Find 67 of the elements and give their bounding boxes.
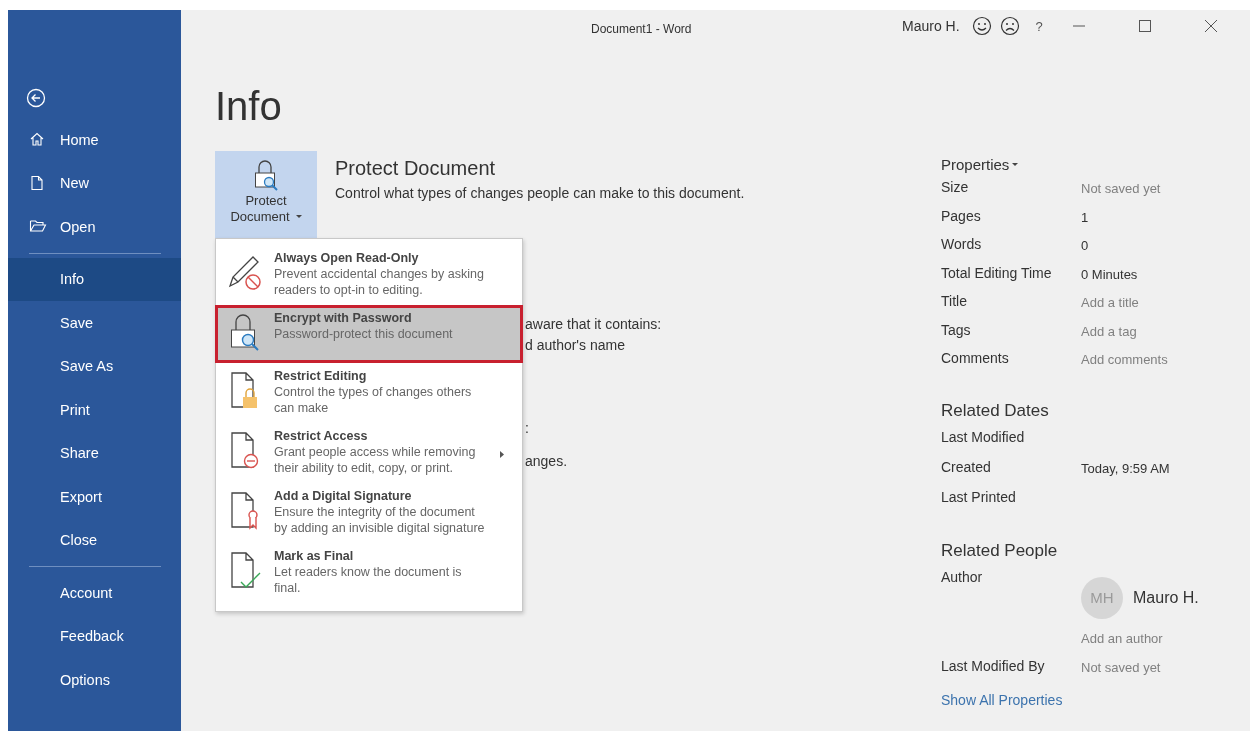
property-label: Last Modified xyxy=(941,428,1026,447)
section-title: Protect Document xyxy=(335,157,497,180)
frown-icon[interactable] xyxy=(999,16,1020,36)
home-icon xyxy=(29,131,45,147)
property-value[interactable]: Add comments xyxy=(1081,350,1168,379)
property-value: Today, 9:59 AM xyxy=(1081,459,1170,478)
back-icon[interactable] xyxy=(26,88,46,108)
sidebar-item[interactable]: Feedback xyxy=(8,614,181,658)
property-value: 0 Minutes xyxy=(1081,265,1138,284)
show-all-properties-link[interactable]: Show All Properties xyxy=(941,692,1199,708)
smiley-icon[interactable] xyxy=(971,16,992,36)
maximize-icon[interactable] xyxy=(1138,20,1151,32)
property-label: Words xyxy=(941,236,983,254)
menu-item[interactable]: Add a Digital Signature Ensure the integrity of the document by adding an invisible digital signature xyxy=(215,483,523,543)
sidebar-item[interactable]: Save As xyxy=(8,344,181,388)
sidebar-item[interactable]: Close xyxy=(8,518,181,562)
menu-item[interactable]: Mark as Final Let readers know the document is final. xyxy=(215,543,523,603)
property-label: Total Editing Time xyxy=(941,264,1053,283)
caret-icon xyxy=(1012,162,1019,167)
page-icon xyxy=(29,174,45,191)
close-icon[interactable] xyxy=(1204,20,1217,32)
menu-item[interactable]: Restrict Editing Control the types of changes others can make xyxy=(215,363,523,423)
property-label: Comments xyxy=(941,350,1010,368)
caret-icon xyxy=(295,215,302,219)
sidebar-item[interactable]: Info xyxy=(8,257,181,301)
property-label: Author xyxy=(941,568,984,587)
window-title: Document1 - Word xyxy=(591,22,692,36)
section-heading: Related Dates xyxy=(941,400,1050,421)
menu-item[interactable]: Encrypt with Password Password-protect this document xyxy=(215,305,523,363)
page-title: Info xyxy=(215,84,283,129)
property-value: Not saved yet xyxy=(1081,658,1161,677)
property-label: Tags xyxy=(941,321,972,340)
property-label: Pages xyxy=(941,207,982,226)
property-value[interactable]: Add a title xyxy=(1081,293,1139,322)
sidebar-item[interactable]: Options xyxy=(8,658,181,702)
avatar: MH xyxy=(1081,576,1123,619)
property-value: 0 xyxy=(1081,237,1089,255)
section-heading: Related People xyxy=(941,540,1059,561)
property-value: 1 xyxy=(1081,208,1089,227)
property-label: Last Printed xyxy=(941,488,1017,507)
menu-item[interactable]: Restrict Access Grant people access while removing their ability to edit, copy, or print. xyxy=(215,423,523,483)
sidebar-item[interactable]: Account xyxy=(8,571,181,615)
sidebar-item[interactable]: Print xyxy=(8,388,181,432)
author-name: Mauro H. xyxy=(1133,588,1199,607)
sidebar-item[interactable]: Export xyxy=(8,475,181,519)
help-button[interactable]: ? xyxy=(1035,18,1043,34)
property-label: Size xyxy=(941,179,970,197)
sidebar-item[interactable]: Home xyxy=(8,118,181,162)
body-text: : xyxy=(525,420,530,437)
sidebar-item[interactable]: Share xyxy=(8,431,181,475)
property-value[interactable]: Not saved yet xyxy=(1081,179,1161,208)
menu-item[interactable]: Always Open Read-Only Prevent accidental changes by asking readers to opt-in to editing. xyxy=(215,245,523,305)
sidebar-item[interactable]: Save xyxy=(8,301,181,345)
property-value[interactable]: Add a tag xyxy=(1081,321,1137,350)
sidebar-item[interactable]: New xyxy=(8,161,181,205)
property-label: Created xyxy=(941,458,992,477)
properties-heading[interactable]: Properties xyxy=(941,156,1199,173)
body-text: aware that it contains: xyxy=(525,316,663,333)
section-description: Control what types of changes people can make to this document. xyxy=(335,185,745,201)
body-text: anges. xyxy=(525,453,569,470)
user-name[interactable]: Mauro H. xyxy=(902,18,960,34)
add-author-link[interactable]: Add an author xyxy=(1081,628,1199,646)
property-label: Last Modified By xyxy=(941,657,1046,676)
property-label: Title xyxy=(941,293,968,311)
folder-icon xyxy=(29,218,47,234)
body-text: d author's name xyxy=(525,337,626,354)
sidebar-item[interactable]: Open xyxy=(8,205,181,249)
